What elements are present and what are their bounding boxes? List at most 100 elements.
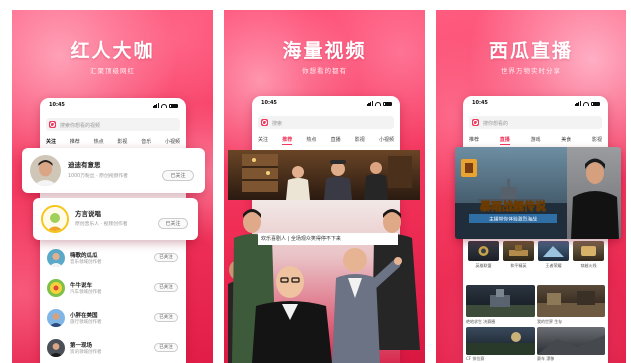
live-stream-banner[interactable]: 暴雨战舰传说 主播带你体验激烈海战 [455, 147, 621, 239]
tab-recommend[interactable]: 推荐 [282, 136, 293, 145]
search-bar[interactable]: 搜索你想看的视频 [46, 118, 180, 131]
panel-subtitle: 汇聚顶级网红 [90, 67, 135, 75]
video-caption: 赛车 漂移 [537, 356, 555, 361]
follow-button[interactable]: 已关注 [154, 343, 178, 352]
banner-headline: 暴雨战舰传说 [479, 199, 546, 213]
tab-follow[interactable]: 关注 [258, 136, 268, 145]
video-caption: 欢乐喜剧人 | 全场观众笑得停不下来 [258, 233, 398, 245]
wifi-icon [161, 104, 167, 108]
thumbnail-caption: 穿越火线 [580, 263, 597, 268]
avatar [47, 309, 65, 327]
status-time: 10:45 [49, 102, 65, 108]
panel-title: 红人大咖 [70, 40, 155, 62]
tab-recommend[interactable]: 推荐 [469, 136, 479, 145]
battery-icon [591, 101, 600, 106]
list-item-desc: 汽车领域创作者 [70, 290, 102, 295]
channel-tabs: 关注 推荐 热点 直播 影视 小视频 [258, 136, 394, 145]
channel-tabs: 推荐 直播 游戏 美食 影视 [469, 136, 602, 145]
panel-subtitle: 世界万物实时分享 [501, 67, 561, 75]
tab-hot[interactable]: 热点 [94, 138, 104, 146]
list-item-desc: 旅行领域创作者 [70, 320, 102, 325]
thumbnail-caption: 英雄联盟 [475, 263, 492, 268]
status-icons [574, 101, 600, 106]
list-item[interactable]: 嗨歌的瓜瓜 音乐领域创作者 已关注 [40, 243, 186, 273]
battery-icon [383, 101, 392, 106]
tab-movies[interactable]: 影视 [355, 136, 365, 145]
thumbnail-caption: 王者荣耀 [545, 263, 562, 268]
list-item-name: 牛牛说车 [70, 283, 93, 289]
follow-button[interactable]: 已关注 [154, 283, 178, 292]
search-bar[interactable]: 搜索 [258, 116, 394, 129]
live-video-card[interactable] [466, 327, 535, 355]
video-thumbnail[interactable] [228, 150, 420, 200]
avatar [47, 249, 65, 267]
list-item-name: 第一现场 [70, 343, 93, 349]
follow-button[interactable]: 已关注 [154, 253, 178, 262]
search-placeholder: 搜你想看的 [483, 120, 509, 127]
status-time: 10:45 [472, 100, 488, 106]
list-item[interactable]: 第一现场 资讯领域创作者 已关注 [40, 333, 186, 363]
avatar [30, 155, 61, 186]
thumbnail-caption: 和平精英 [510, 263, 527, 268]
featured-video-people[interactable]: 欢乐喜剧人 | 全场观众笑得停不下来 [228, 200, 424, 363]
list-item[interactable]: 小胖在美国 旅行领域创作者 已关注 [40, 303, 186, 333]
status-icons [152, 103, 178, 108]
video-caption: 绝地求生 决赛圈 [466, 319, 496, 324]
tab-recommend[interactable]: 推荐 [70, 138, 80, 146]
battery-icon [169, 103, 178, 108]
status-icons [366, 101, 392, 106]
search-bar[interactable]: 搜你想看的 [469, 116, 602, 129]
promo-panel-live: 西瓜直播 世界万物实时分享 10:45 搜你想看的 推荐 直播 游戏 美食 影视 [436, 10, 626, 363]
live-thumbnail[interactable] [573, 241, 604, 261]
creator-name: 迪迪有意思 [68, 161, 101, 169]
tab-games[interactable]: 游戏 [530, 136, 540, 145]
follow-button[interactable]: 已关注 [162, 170, 194, 181]
tab-music[interactable]: 音乐 [141, 138, 151, 146]
list-item-desc: 音乐领域创作者 [70, 260, 102, 265]
tab-short-video[interactable]: 小视频 [165, 138, 180, 146]
creator-desc: 原创音乐人 · 视频创作者 [75, 222, 128, 227]
tab-movies[interactable]: 影视 [592, 136, 602, 145]
promo-panel-videos: 海量视频 你想看的都有 10:45 搜索 关注 推荐 热点 直播 影视 小视频 … [224, 10, 425, 363]
creator-desc: 1000万粉丝 · 原创视频作者 [68, 174, 128, 179]
tab-live[interactable]: 直播 [499, 136, 510, 145]
follow-button[interactable]: 已关注 [154, 313, 178, 322]
search-placeholder: 搜索 [272, 120, 283, 127]
creator-name: 方言说唱 [75, 210, 101, 218]
live-video-card[interactable] [466, 285, 535, 317]
search-icon [49, 121, 56, 128]
search-icon [472, 119, 479, 126]
list-item-name: 嗨歌的瓜瓜 [70, 253, 98, 259]
status-bar: 10:45 [463, 100, 608, 108]
tab-live[interactable]: 直播 [331, 136, 341, 145]
featured-creator-card[interactable]: 迪迪有意思 1000万粉丝 · 原创视频作者 已关注 [22, 148, 205, 193]
live-thumbnail[interactable] [468, 241, 499, 261]
featured-creator-card[interactable]: 方言说唱 原创音乐人 · 视频创作者 已关注 [33, 198, 198, 240]
tab-short-video[interactable]: 小视频 [379, 136, 394, 145]
wifi-icon [375, 102, 381, 106]
avatar [47, 279, 65, 297]
panel-title: 西瓜直播 [488, 40, 573, 62]
live-video-card[interactable] [537, 285, 605, 317]
follow-button[interactable]: 已关注 [158, 218, 188, 229]
tab-hot[interactable]: 热点 [306, 136, 316, 145]
status-bar: 10:45 [252, 100, 400, 108]
avatar [41, 205, 69, 233]
tab-movies[interactable]: 影视 [117, 138, 127, 146]
panel-subtitle: 你想看的都有 [302, 67, 347, 75]
avatar [47, 339, 65, 357]
tab-food[interactable]: 美食 [561, 136, 571, 145]
panel-title: 海量视频 [282, 40, 367, 62]
status-bar: 10:45 [40, 102, 186, 110]
signal-icon [574, 101, 581, 106]
live-thumbnail[interactable] [503, 241, 534, 261]
live-video-card[interactable] [537, 327, 605, 355]
promo-panel-creators: 红人大咖 汇聚顶级网红 10:45 搜索你想看的视频 关注 推荐 热点 影视 音… [12, 10, 213, 363]
live-thumbnail[interactable] [538, 241, 569, 261]
banner-tagline: 主播带你体验激烈海战 [489, 216, 537, 223]
channel-tabs: 关注 推荐 热点 影视 音乐 小视频 [46, 138, 180, 146]
list-item-desc: 资讯领域创作者 [70, 350, 102, 355]
list-item-name: 小胖在美国 [70, 313, 98, 319]
tab-follow[interactable]: 关注 [46, 138, 56, 146]
list-item[interactable]: 牛牛说车 汽车领域创作者 已关注 [40, 273, 186, 303]
